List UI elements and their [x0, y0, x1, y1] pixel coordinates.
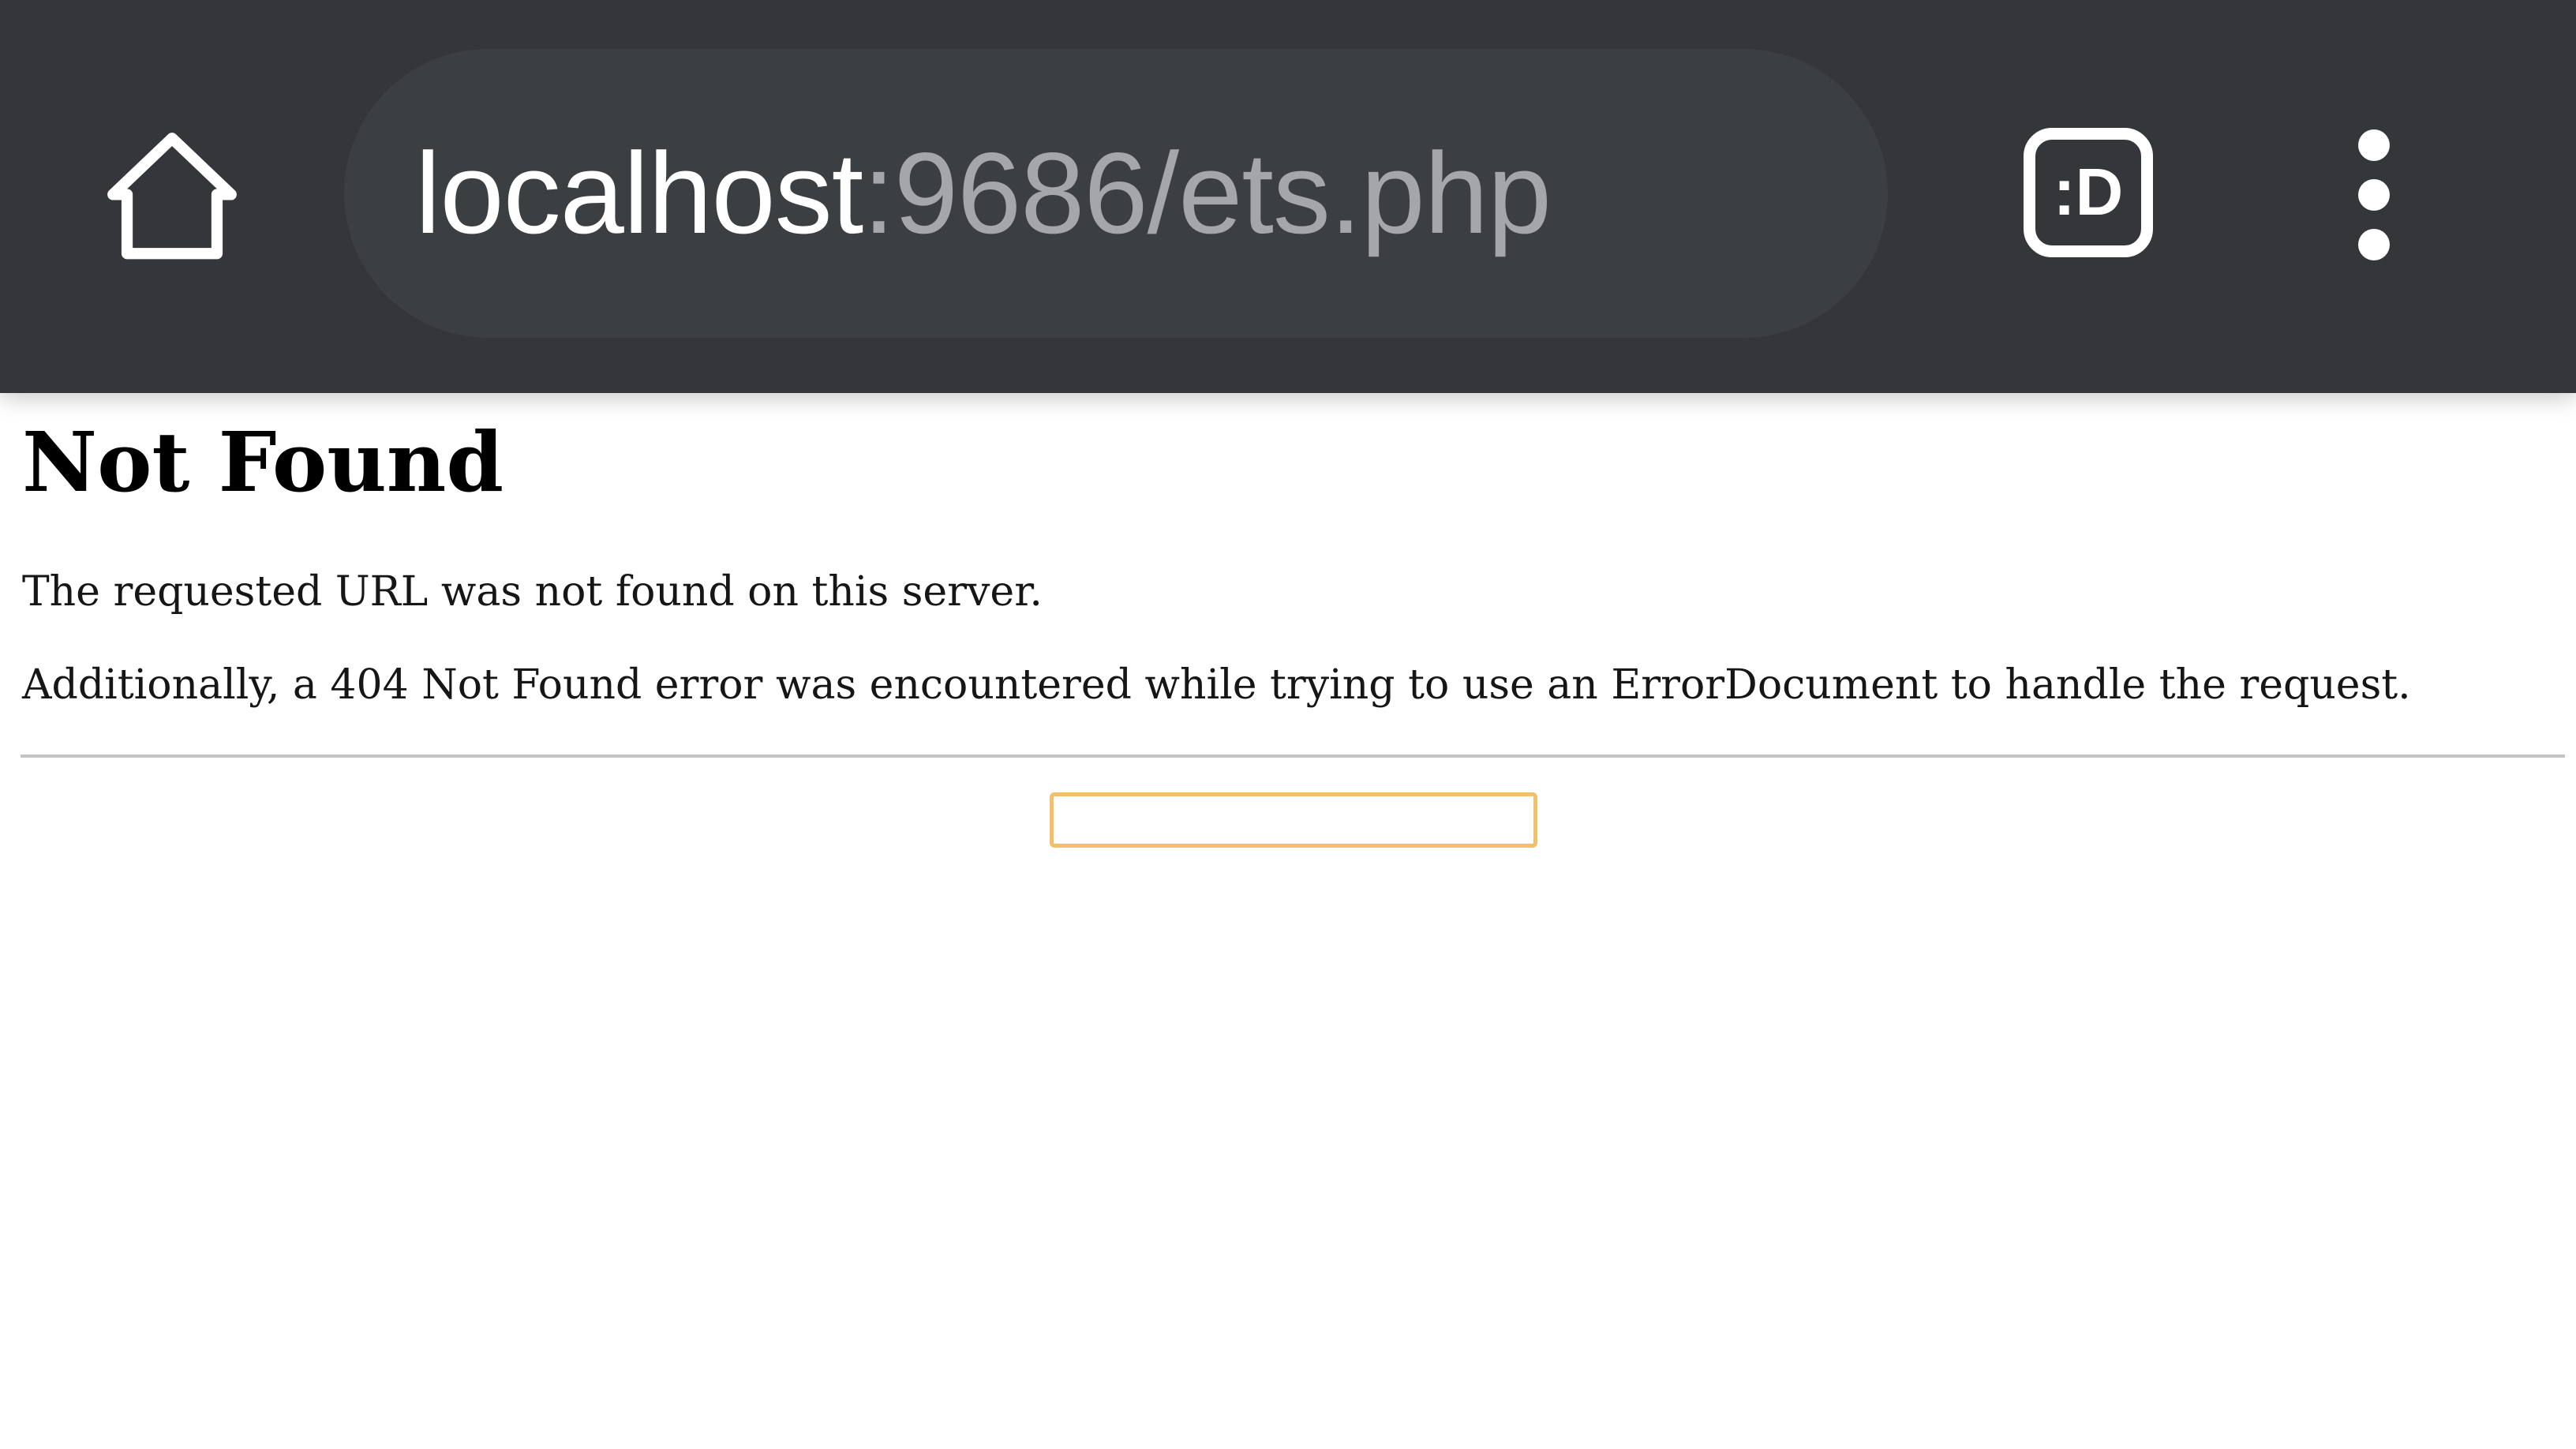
page-title: Not Found [22, 414, 504, 511]
address-box [1050, 792, 1537, 848]
url-path: :9686/ets.php [863, 129, 1552, 257]
page-content: Not Found The requested URL was not foun… [0, 393, 2576, 1449]
address-bar[interactable]: localhost:9686/ets.php [344, 49, 1888, 338]
tab-switcher-label: :D [2053, 155, 2124, 229]
url-host: localhost [415, 129, 863, 257]
error-detail: Additionally, a 404 Not Found error was … [22, 661, 2411, 709]
url-text: localhost:9686/ets.php [415, 127, 1552, 260]
tab-switcher-button[interactable]: :D [2024, 128, 2153, 257]
home-button[interactable] [93, 118, 251, 276]
more-menu-button[interactable] [2325, 129, 2423, 260]
browser-window: localhost:9686/ets.php :D Not Found The … [0, 0, 2576, 1449]
home-icon [107, 133, 237, 260]
divider [21, 754, 2565, 758]
browser-toolbar: localhost:9686/ets.php :D [0, 0, 2576, 393]
error-message: The requested URL was not found on this … [22, 568, 1043, 616]
